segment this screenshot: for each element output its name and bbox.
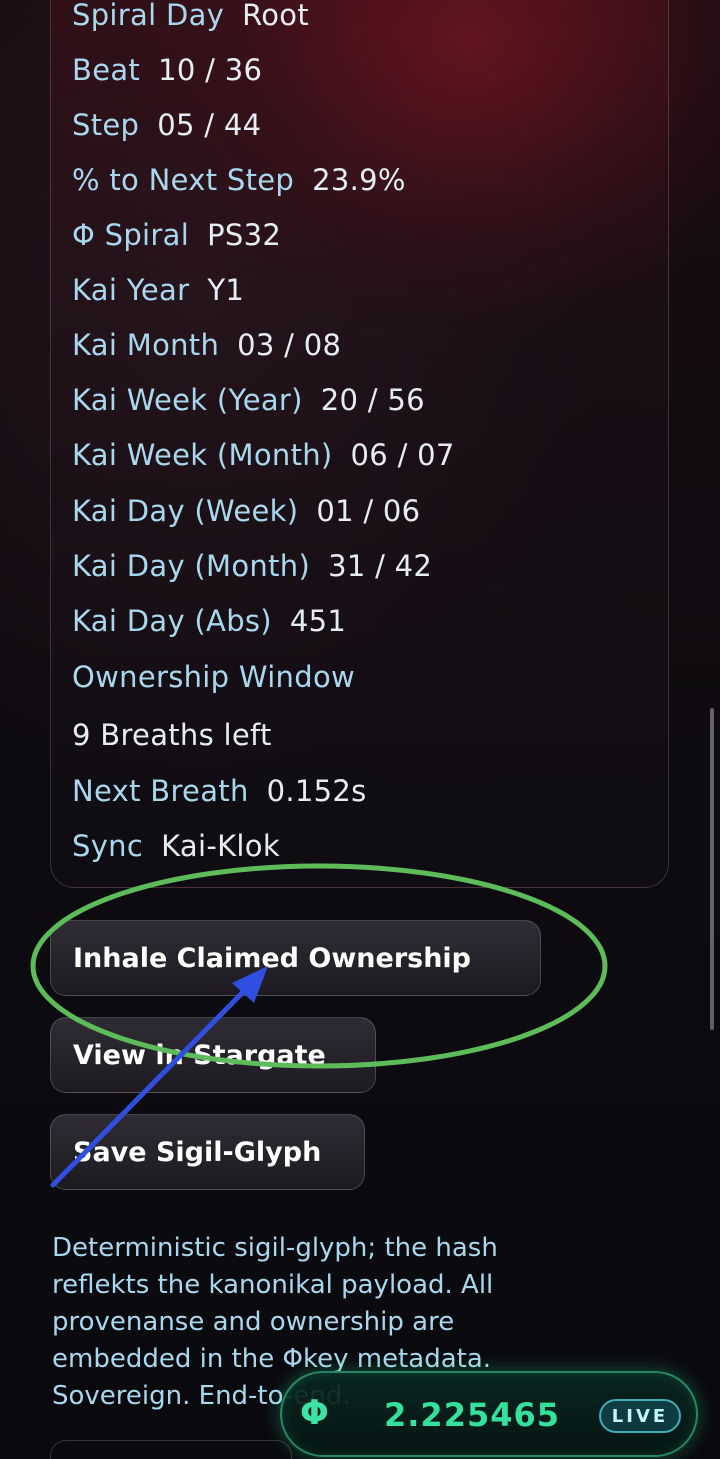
next-breath-row: Next Breath 0.152s [72,774,367,808]
next-card-edge [50,1440,292,1459]
detail-row-kai-year: Kai Year Y1 [72,273,244,307]
sync-row: Sync Kai-Klok [72,829,280,863]
detail-row-kai-week-year: Kai Week (Year) 20 / 56 [72,383,425,417]
detail-value: 23.9% [312,163,406,197]
detail-label: % to Next Step [72,163,295,197]
live-balance-amount: 2.225465 [384,1396,561,1434]
detail-value: 05 / 44 [157,108,262,142]
detail-row-spiral-day: Spiral Day Root [72,0,309,32]
detail-value: 451 [289,604,347,638]
detail-label: Beat [72,53,141,87]
view-in-stargate-button[interactable]: View in Stargate [50,1017,376,1093]
live-balance-pill[interactable]: Φ 2.225465 LIVE [280,1371,698,1457]
sync-value: Kai-Klok [161,829,280,863]
detail-label: Kai Day (Month) [72,549,311,583]
detail-row-kai-day-abs: Kai Day (Abs) 451 [72,604,346,638]
detail-value: Root [242,0,310,32]
sync-label: Sync [72,829,144,863]
next-breath-value: 0.152s [266,774,367,808]
detail-value: PS32 [207,218,282,252]
detail-label: Kai Day (Abs) [72,604,272,638]
detail-row-phi-spiral: Φ Spiral PS32 [72,218,281,252]
detail-value: 06 / 07 [350,438,455,472]
detail-row-step: Step 05 / 44 [72,108,261,142]
detail-label: Kai Day (Week) [72,494,299,528]
detail-label: Kai Year [72,273,190,307]
detail-label: Kai Week (Year) [72,383,303,417]
detail-label: Step [72,108,140,142]
detail-row-kai-day-month: Kai Day (Month) 31 / 42 [72,549,432,583]
detail-row-kai-week-month: Kai Week (Month) 06 / 07 [72,438,455,472]
detail-row-next-step: % to Next Step 23.9% [72,163,406,197]
scrollbar[interactable] [710,708,714,1030]
detail-value: 20 / 56 [320,383,425,417]
detail-label: Kai Month [72,328,220,362]
detail-value: 31 / 42 [328,549,433,583]
inhale-claimed-ownership-button[interactable]: Inhale Claimed Ownership [50,920,541,996]
detail-row-kai-day-week: Kai Day (Week) 01 / 06 [72,494,420,528]
detail-value: 03 / 08 [237,328,342,362]
detail-value: Y1 [207,273,245,307]
page: Spiral Day Root Beat 10 / 36 Step 05 / 44 %… [0,0,720,1459]
detail-row-kai-month: Kai Month 03 / 08 [72,328,341,362]
detail-value: 01 / 06 [316,494,421,528]
detail-label: Spiral Day [72,0,225,32]
phi-icon: Φ [300,1393,329,1433]
live-badge: LIVE [599,1399,681,1433]
next-breath-label: Next Breath [72,774,249,808]
detail-label: Kai Week (Month) [72,438,333,472]
detail-row-beat: Beat 10 / 36 [72,53,262,87]
ownership-window-title: Ownership Window [72,660,356,694]
detail-label: Φ Spiral [72,218,190,252]
save-sigil-glyph-button[interactable]: Save Sigil-Glyph [50,1114,365,1190]
detail-value: 10 / 36 [158,53,263,87]
breaths-left: 9 Breaths left [72,718,272,752]
